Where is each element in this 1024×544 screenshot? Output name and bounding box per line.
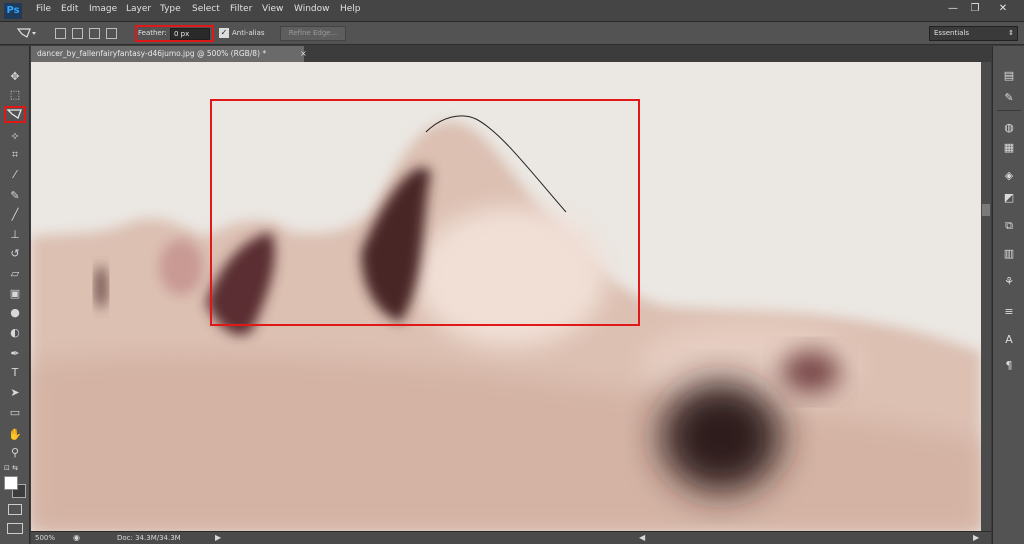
menu-filter[interactable]: Filter (230, 4, 252, 14)
adjustments-panel-icon[interactable]: ▦ (1001, 140, 1017, 156)
menu-view[interactable]: View (262, 4, 283, 14)
zoom-level[interactable]: 500% (35, 534, 55, 542)
paragraph-panel-icon[interactable]: ¶ (1001, 358, 1017, 374)
image-canvas[interactable] (31, 62, 981, 531)
swap-colors-icon[interactable]: ⊡ ⇆ (4, 464, 28, 472)
close-window-button[interactable]: ✕ (994, 2, 1012, 16)
photoshop-window: Ps File Edit Image Layer Type Select Fil… (0, 0, 1024, 544)
refine-edge-button[interactable]: Refine Edge... (280, 26, 346, 41)
workspace-select[interactable]: Essentials ⇕ (929, 26, 1018, 41)
play-arrow-icon[interactable]: ▶ (215, 533, 221, 542)
polygonal-lasso-tool-icon[interactable] (4, 106, 26, 123)
menu-file[interactable]: File (36, 4, 51, 14)
scroll-left-icon[interactable]: ◀ (639, 533, 645, 542)
clone-stamp-tool-icon[interactable]: ⊥ (4, 226, 26, 243)
menu-image[interactable]: Image (89, 4, 117, 14)
globe-icon[interactable]: ◉ (73, 533, 80, 542)
history-brush-tool-icon[interactable]: ↺ (4, 245, 26, 262)
photo-image (31, 62, 981, 531)
hand-tool-icon[interactable]: ✋ (4, 426, 26, 443)
path-selection-tool-icon[interactable]: ➤ (4, 384, 26, 401)
tools-panel: ✥ ⬚ ✧ ⌗ ⁄ ✎ ╱ ⊥ ↺ ▱ ▣ ● ◐ ✒ T ➤ ▭ ✋ ⚲ ⊡ … (0, 46, 30, 544)
pen-tool-icon[interactable]: ✒ (4, 345, 26, 362)
menu-edit[interactable]: Edit (61, 4, 78, 14)
brush-tool-icon[interactable]: ╱ (4, 206, 26, 223)
menu-window[interactable]: Window (294, 4, 330, 14)
quick-mask-icon[interactable] (8, 504, 22, 515)
feather-input[interactable]: 0 px (170, 28, 210, 40)
antialias-label: Anti-alias (232, 29, 265, 37)
properties-panel-icon[interactable]: ✎ (1001, 90, 1017, 106)
spot-healing-tool-icon[interactable]: ✎ (4, 187, 26, 204)
scroll-right-icon[interactable]: ▶ (973, 533, 979, 542)
feather-label: Feather: (138, 29, 167, 37)
quick-selection-tool-icon[interactable]: ✧ (4, 128, 26, 145)
menu-bar: Ps File Edit Image Layer Type Select Fil… (0, 0, 1024, 22)
brush-panel-icon[interactable]: ▥ (1001, 246, 1017, 262)
color-panel-icon[interactable]: ◍ (1001, 120, 1017, 136)
add-selection-icon[interactable] (72, 28, 83, 39)
status-bar: 500% ◉ Doc: 34.3M/34.3M ▶ ◀ ▶ (31, 531, 991, 544)
restore-button[interactable]: ❐ (966, 2, 984, 16)
eyedropper-tool-icon[interactable]: ⁄ (4, 166, 26, 183)
document-size: Doc: 34.3M/34.3M (117, 534, 181, 542)
channels-panel-icon[interactable]: ⧉ (1001, 218, 1017, 234)
menu-type[interactable]: Type (160, 4, 181, 14)
character-panel-icon[interactable]: A (1001, 332, 1017, 348)
scrollbar-thumb[interactable] (982, 204, 990, 216)
type-tool-icon[interactable]: T (4, 364, 26, 381)
panel-dock: ▤ ✎ ◍ ▦ ◈ ◩ ⧉ ▥ ⚘ ≡ A ¶ (992, 46, 1024, 544)
close-tab-icon[interactable]: × (300, 46, 310, 62)
shape-tool-icon[interactable]: ▭ (4, 404, 26, 421)
updown-arrows-icon: ⇕ (1008, 29, 1014, 37)
menu-layer[interactable]: Layer (126, 4, 151, 14)
subtract-selection-icon[interactable] (89, 28, 100, 39)
paths-panel-icon[interactable]: ◩ (1001, 190, 1017, 206)
document-tab[interactable]: dancer_by_fallenfairyfantasy-d46jumo.jpg… (31, 46, 304, 62)
new-selection-icon[interactable] (55, 28, 66, 39)
blur-tool-icon[interactable]: ● (4, 304, 26, 321)
options-bar: Feather: 0 px ✓ Anti-alias Refine Edge..… (0, 22, 1024, 45)
move-tool-icon[interactable]: ✥ (4, 68, 26, 85)
marquee-tool-icon[interactable]: ⬚ (4, 86, 26, 103)
crop-tool-icon[interactable]: ⌗ (4, 146, 26, 163)
menu-select[interactable]: Select (192, 4, 220, 14)
intersect-selection-icon[interactable] (106, 28, 117, 39)
vertical-scrollbar[interactable] (981, 62, 991, 531)
eraser-tool-icon[interactable]: ▱ (4, 265, 26, 282)
antialias-checkbox[interactable]: ✓ (219, 28, 229, 38)
photoshop-logo: Ps (4, 3, 22, 19)
layers-panel-icon[interactable]: ◈ (1001, 168, 1017, 184)
tool-preset-icon[interactable] (15, 26, 37, 41)
gradient-tool-icon[interactable]: ▣ (4, 285, 26, 302)
zoom-tool-icon[interactable]: ⚲ (4, 444, 26, 461)
foreground-color-swatch[interactable] (4, 476, 18, 490)
minimize-button[interactable]: — (944, 2, 962, 16)
dodge-tool-icon[interactable]: ◐ (4, 324, 26, 341)
tool-presets-panel-icon[interactable]: ≡ (1001, 304, 1017, 320)
clone-source-panel-icon[interactable]: ⚘ (1001, 274, 1017, 290)
workspace-label: Essentials (934, 29, 970, 37)
history-panel-icon[interactable]: ▤ (1001, 68, 1017, 84)
panel-divider (997, 110, 1021, 111)
menu-help[interactable]: Help (340, 4, 361, 14)
screen-mode-icon[interactable] (7, 523, 23, 534)
